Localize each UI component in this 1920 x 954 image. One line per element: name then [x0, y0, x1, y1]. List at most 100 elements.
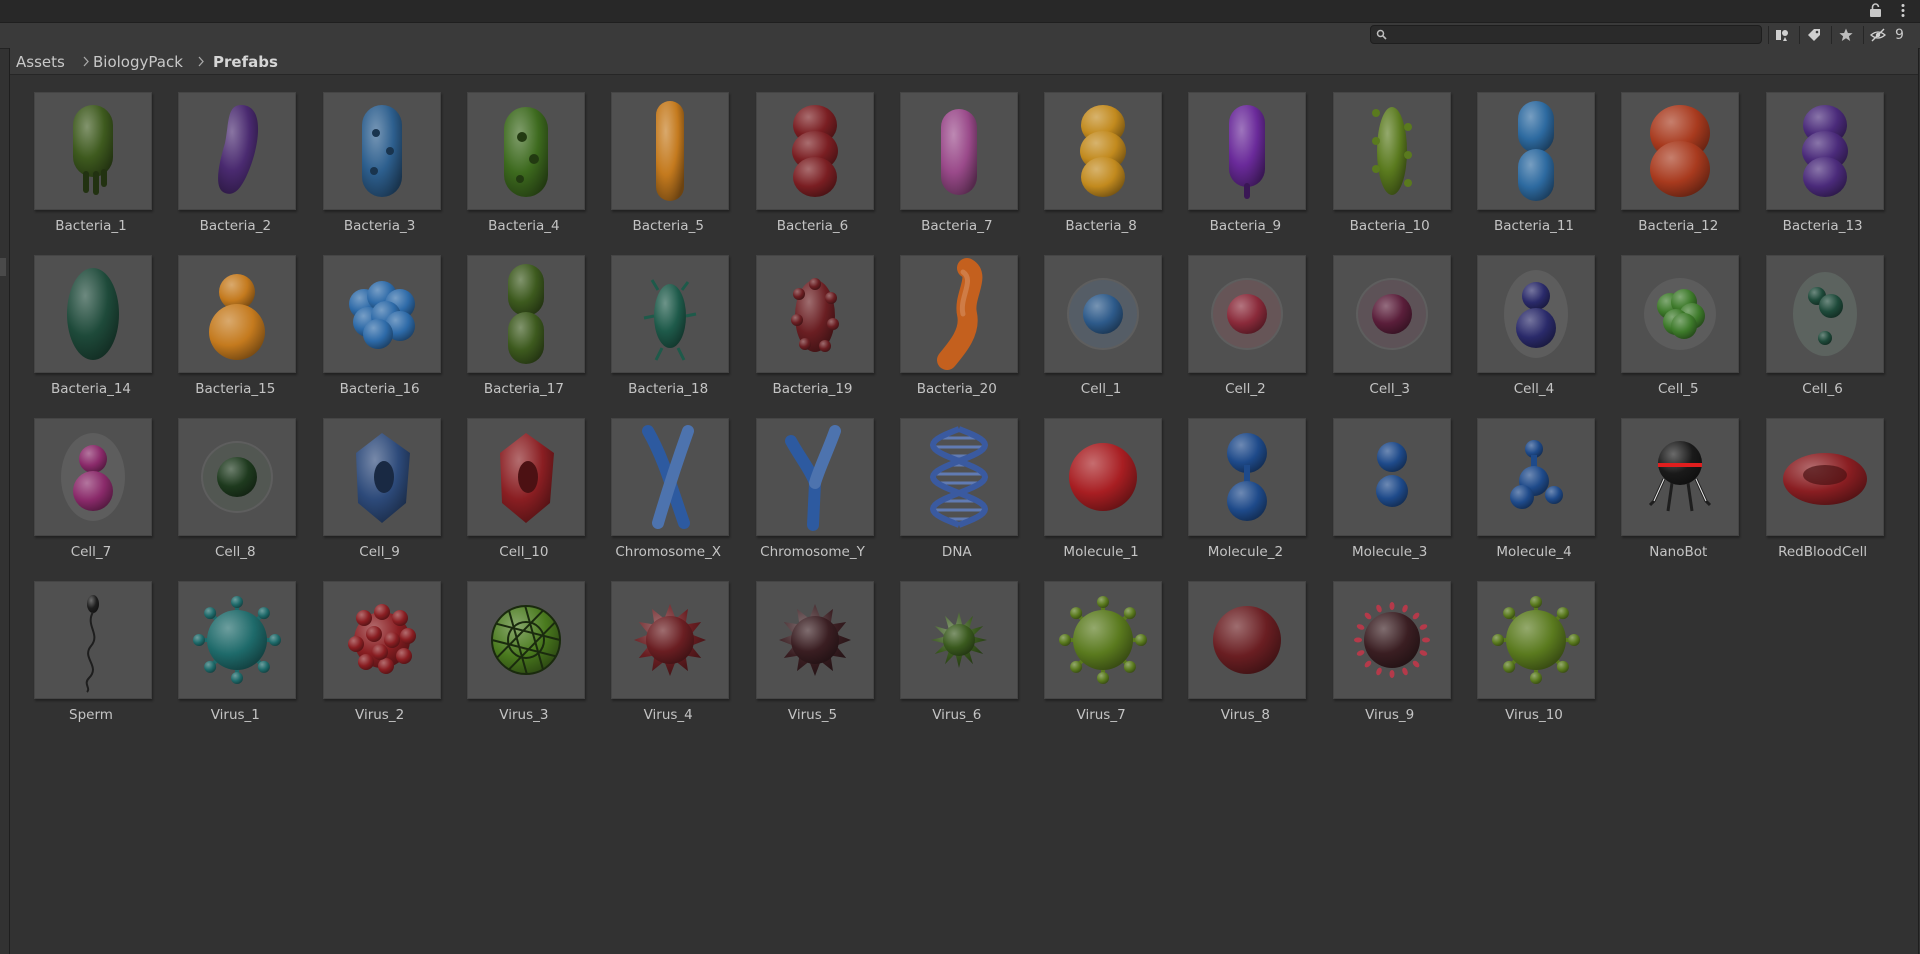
asset-thumbnail[interactable] — [322, 418, 441, 536]
asset-thumbnail[interactable] — [1621, 418, 1740, 536]
asset-tile[interactable]: Cell_1 — [1020, 255, 1166, 415]
asset-tile[interactable]: Cell_10 — [443, 418, 589, 578]
asset-thumbnail[interactable] — [611, 418, 730, 536]
more-icon[interactable] — [1900, 3, 1906, 18]
asset-thumbnail[interactable] — [1044, 581, 1163, 699]
asset-thumbnail[interactable] — [466, 581, 585, 699]
search-input[interactable] — [1391, 26, 1751, 43]
filter-by-label-button[interactable] — [1800, 24, 1828, 46]
asset-thumbnail[interactable] — [755, 418, 874, 536]
asset-thumbnail[interactable] — [34, 92, 152, 210]
asset-tile[interactable]: Bacteria_20 — [876, 255, 1022, 415]
asset-thumbnail[interactable] — [1621, 92, 1740, 210]
asset-tile[interactable]: Bacteria_10 — [1309, 92, 1455, 252]
asset-thumbnail[interactable] — [1044, 418, 1163, 536]
asset-thumbnail[interactable] — [1332, 581, 1451, 699]
asset-tile[interactable]: Chromosome_Y — [732, 418, 878, 578]
asset-thumbnail[interactable] — [466, 255, 585, 373]
asset-thumbnail[interactable] — [34, 581, 152, 699]
asset-tile[interactable]: Bacteria_5 — [587, 92, 733, 252]
asset-thumbnail[interactable] — [1765, 418, 1884, 536]
asset-tile[interactable]: Bacteria_4 — [443, 92, 589, 252]
asset-thumbnail[interactable] — [34, 418, 152, 536]
asset-tile[interactable]: Cell_7 — [10, 418, 156, 578]
asset-tile[interactable]: DNA — [876, 418, 1022, 578]
asset-thumbnail[interactable] — [1332, 92, 1451, 210]
asset-thumbnail[interactable] — [611, 255, 730, 373]
asset-tile[interactable]: NanoBot — [1597, 418, 1743, 578]
asset-thumbnail[interactable] — [1477, 418, 1595, 536]
asset-tile[interactable]: Bacteria_9 — [1164, 92, 1310, 252]
asset-tile[interactable]: Bacteria_3 — [299, 92, 445, 252]
lock-icon[interactable] — [1869, 3, 1882, 18]
asset-thumbnail[interactable] — [1477, 255, 1595, 373]
asset-tile[interactable]: Bacteria_8 — [1020, 92, 1166, 252]
asset-tile[interactable]: Bacteria_2 — [154, 92, 300, 252]
asset-thumbnail[interactable] — [899, 581, 1018, 699]
asset-tile[interactable]: Molecule_4 — [1453, 418, 1599, 578]
asset-tile[interactable]: Molecule_2 — [1164, 418, 1310, 578]
asset-tile[interactable]: Cell_5 — [1597, 255, 1743, 415]
asset-tile[interactable]: Bacteria_16 — [299, 255, 445, 415]
asset-thumbnail[interactable] — [178, 92, 297, 210]
asset-thumbnail[interactable] — [611, 92, 730, 210]
breadcrumb-biologypack[interactable]: BiologyPack — [93, 53, 183, 71]
asset-thumbnail[interactable] — [1044, 92, 1163, 210]
asset-thumbnail[interactable] — [1188, 255, 1307, 373]
asset-tile[interactable]: Virus_4 — [587, 581, 733, 741]
asset-tile[interactable]: Molecule_3 — [1309, 418, 1455, 578]
asset-tile[interactable]: Cell_2 — [1164, 255, 1310, 415]
asset-thumbnail[interactable] — [178, 255, 297, 373]
asset-thumbnail[interactable] — [899, 255, 1018, 373]
asset-thumbnail[interactable] — [178, 581, 297, 699]
asset-tile[interactable]: Bacteria_15 — [154, 255, 300, 415]
asset-thumbnail[interactable] — [322, 92, 441, 210]
search-field[interactable] — [1370, 25, 1762, 44]
asset-thumbnail[interactable] — [1477, 92, 1595, 210]
asset-tile[interactable]: Cell_4 — [1453, 255, 1599, 415]
panel-resize-handle[interactable] — [0, 258, 6, 276]
asset-thumbnail[interactable] — [1477, 581, 1595, 699]
asset-tile[interactable]: Cell_9 — [299, 418, 445, 578]
asset-thumbnail[interactable] — [899, 418, 1018, 536]
favorites-button[interactable] — [1832, 24, 1860, 46]
asset-tile[interactable]: Bacteria_1 — [10, 92, 156, 252]
asset-thumbnail[interactable] — [755, 255, 874, 373]
asset-thumbnail[interactable] — [755, 92, 874, 210]
asset-tile[interactable]: Virus_8 — [1164, 581, 1310, 741]
asset-tile[interactable]: Bacteria_7 — [876, 92, 1022, 252]
asset-thumbnail[interactable] — [466, 418, 585, 536]
asset-thumbnail[interactable] — [322, 255, 441, 373]
asset-tile[interactable]: Virus_3 — [443, 581, 589, 741]
breadcrumb-assets[interactable]: Assets — [16, 53, 65, 71]
asset-tile[interactable]: Bacteria_6 — [732, 92, 878, 252]
asset-tile[interactable]: Bacteria_11 — [1453, 92, 1599, 252]
asset-thumbnail[interactable] — [1332, 255, 1451, 373]
asset-thumbnail[interactable] — [1044, 255, 1163, 373]
asset-tile[interactable]: Molecule_1 — [1020, 418, 1166, 578]
asset-tile[interactable]: RedBloodCell — [1742, 418, 1888, 578]
asset-thumbnail[interactable] — [1188, 418, 1307, 536]
breadcrumb-prefabs[interactable]: Prefabs — [213, 53, 278, 71]
asset-tile[interactable]: Cell_3 — [1309, 255, 1455, 415]
asset-tile[interactable]: Cell_6 — [1742, 255, 1888, 415]
asset-tile[interactable]: Cell_8 — [154, 418, 300, 578]
asset-thumbnail[interactable] — [899, 92, 1018, 210]
asset-thumbnail[interactable] — [466, 92, 585, 210]
asset-thumbnail[interactable] — [1621, 255, 1740, 373]
asset-tile[interactable]: Virus_7 — [1020, 581, 1166, 741]
asset-thumbnail[interactable] — [755, 581, 874, 699]
asset-thumbnail[interactable] — [1188, 581, 1307, 699]
asset-thumbnail[interactable] — [1765, 92, 1884, 210]
asset-tile[interactable]: Virus_9 — [1309, 581, 1455, 741]
asset-thumbnail[interactable] — [1765, 255, 1884, 373]
asset-tile[interactable]: Virus_10 — [1453, 581, 1599, 741]
asset-thumbnail[interactable] — [178, 418, 297, 536]
asset-tile[interactable]: Virus_5 — [732, 581, 878, 741]
asset-tile[interactable]: Bacteria_12 — [1597, 92, 1743, 252]
asset-thumbnail[interactable] — [322, 581, 441, 699]
asset-thumbnail[interactable] — [611, 581, 730, 699]
filter-by-type-button[interactable] — [1768, 24, 1796, 46]
asset-thumbnail[interactable] — [34, 255, 152, 373]
asset-tile[interactable]: Bacteria_18 — [587, 255, 733, 415]
